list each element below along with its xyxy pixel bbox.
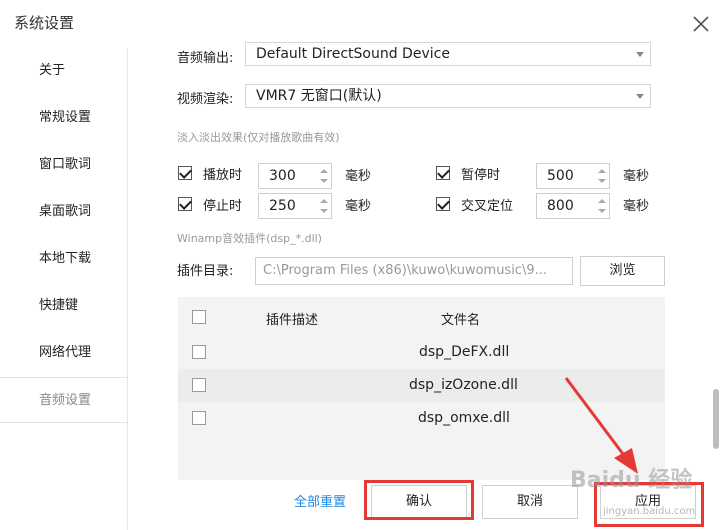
audio-output-label: 音频输出:	[177, 51, 234, 66]
video-render-label: 视频渲染:	[177, 92, 234, 107]
stepper-down-icon[interactable]	[320, 209, 328, 213]
stepper-up-icon[interactable]	[598, 169, 606, 173]
unit-label: 毫秒	[345, 169, 372, 184]
scrollbar-thumb[interactable]	[713, 389, 719, 449]
plugin-hint: Winamp音效插件(dsp_*.dll)	[177, 232, 322, 245]
cross-fade-value: 800	[547, 198, 574, 214]
pause-fade-stepper[interactable]: 500	[536, 163, 610, 189]
cancel-button[interactable]: 取消	[482, 485, 578, 519]
baidu-watermark: Baidu 经验	[570, 468, 693, 493]
stepper-down-icon[interactable]	[320, 179, 328, 183]
play-fade-value: 300	[269, 168, 296, 184]
reset-all-link[interactable]: 全部重置	[294, 491, 346, 510]
column-header-desc: 插件描述	[266, 313, 319, 328]
row-checkbox[interactable]	[192, 378, 206, 392]
stop-fade-value: 250	[269, 198, 296, 214]
plugin-dir-label: 插件目录:	[177, 264, 234, 279]
play-fade-stepper[interactable]: 300	[258, 163, 332, 189]
row-checkbox[interactable]	[192, 411, 206, 425]
video-render-select[interactable]: VMR7 无窗口(默认)	[245, 84, 651, 108]
fade-hint: 淡入淡出效果(仅对播放歌曲有效)	[177, 131, 340, 144]
cross-fade-stepper[interactable]: 800	[536, 193, 610, 219]
confirm-highlight-box	[364, 480, 474, 520]
table-row[interactable]: dsp_DeFX.dll	[178, 336, 665, 369]
unit-label: 毫秒	[345, 199, 372, 214]
row-filename: dsp_DeFX.dll	[419, 344, 510, 360]
watermark-url: jingyan.baidu.com	[603, 506, 696, 517]
chevron-down-icon	[636, 94, 644, 99]
stepper-up-icon[interactable]	[598, 199, 606, 203]
plugin-dir-field[interactable]: C:\Program Files (x86)\kuwo\kuwomusic\9.…	[255, 257, 573, 285]
row-checkbox[interactable]	[192, 345, 206, 359]
unit-label: 毫秒	[623, 169, 650, 184]
window-title: 系统设置	[14, 14, 75, 32]
plugin-table: 插件描述 文件名 dsp_DeFX.dll dsp_izOzone.dll ds…	[178, 297, 665, 480]
audio-settings-panel: 音频输出: Default DirectSound Device 视频渲染: V…	[128, 42, 725, 530]
sidebar-item-window-lyrics[interactable]: 窗口歌词	[0, 142, 127, 188]
stop-fade-stepper[interactable]: 250	[258, 193, 332, 219]
video-render-value: VMR7 无窗口(默认)	[256, 88, 382, 104]
unit-label: 毫秒	[623, 199, 650, 214]
audio-output-select[interactable]: Default DirectSound Device	[245, 42, 651, 66]
play-fade-label: 播放时	[203, 168, 243, 183]
stop-fade-label: 停止时	[203, 199, 243, 214]
sidebar-item-proxy[interactable]: 网络代理	[0, 330, 127, 376]
stepper-up-icon[interactable]	[320, 199, 328, 203]
pause-fade-checkbox[interactable]	[436, 166, 450, 180]
column-header-filename: 文件名	[441, 313, 481, 328]
stepper-up-icon[interactable]	[320, 169, 328, 173]
row-filename: dsp_omxe.dll	[418, 410, 510, 426]
browse-button[interactable]: 浏览	[580, 256, 665, 286]
stepper-down-icon[interactable]	[598, 209, 606, 213]
cross-fade-checkbox[interactable]	[436, 197, 450, 211]
sidebar-item-desktop-lyrics[interactable]: 桌面歌词	[0, 189, 127, 235]
sidebar: 关于 常规设置 窗口歌词 桌面歌词 本地下载 快捷键 网络代理 音频设置	[0, 48, 128, 530]
select-all-checkbox[interactable]	[192, 310, 206, 324]
audio-output-value: Default DirectSound Device	[256, 46, 450, 62]
row-filename: dsp_izOzone.dll	[409, 377, 518, 393]
pause-fade-value: 500	[547, 168, 574, 184]
close-icon[interactable]	[691, 14, 711, 34]
sidebar-item-audio[interactable]: 音频设置	[0, 377, 127, 423]
table-row[interactable]: dsp_izOzone.dll	[178, 369, 665, 402]
cross-fade-label: 交叉定位	[461, 199, 514, 214]
sidebar-item-hotkeys[interactable]: 快捷键	[0, 283, 127, 329]
sidebar-item-about[interactable]: 关于	[0, 48, 127, 94]
sidebar-item-download[interactable]: 本地下载	[0, 236, 127, 282]
stepper-down-icon[interactable]	[598, 179, 606, 183]
stop-fade-checkbox[interactable]	[178, 197, 192, 211]
play-fade-checkbox[interactable]	[178, 166, 192, 180]
title-bar: 系统设置	[0, 0, 725, 48]
chevron-down-icon	[636, 52, 644, 57]
sidebar-item-general[interactable]: 常规设置	[0, 95, 127, 141]
table-row[interactable]: dsp_omxe.dll	[178, 402, 665, 435]
pause-fade-label: 暂停时	[461, 168, 501, 183]
